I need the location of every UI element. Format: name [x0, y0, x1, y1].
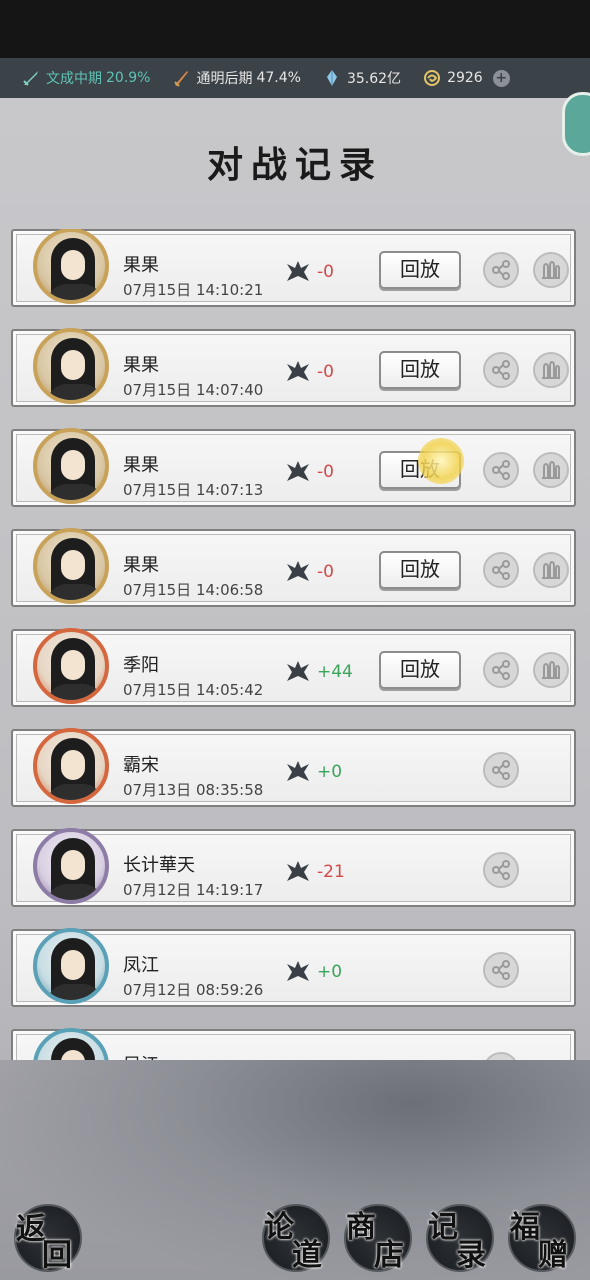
- battle-time: 07月12日 14:19:17: [123, 881, 264, 899]
- currency-stat: 2926 +: [423, 69, 510, 87]
- rank-emblem-icon: [287, 661, 309, 681]
- crystal-icon: [326, 70, 337, 86]
- battle-stats-button[interactable]: [533, 652, 569, 688]
- opponent-avatar[interactable]: [33, 828, 109, 904]
- shop-label-1: 商: [346, 1210, 376, 1245]
- battle-record-row: 果果 07月15日 14:10:21 -0 回放: [11, 229, 576, 307]
- share-button[interactable]: [483, 952, 519, 988]
- opponent-avatar[interactable]: [33, 428, 109, 504]
- realm-stat: 通明后期 47.4%: [172, 68, 301, 88]
- battle-time: 07月15日 14:07:40: [123, 381, 264, 399]
- battle-time: 07月12日 08:59:26: [123, 981, 264, 999]
- battle-stats-button[interactable]: [533, 552, 569, 588]
- top-decoration: [0, 0, 590, 58]
- spirit-stone-stat: 35.62亿: [323, 68, 401, 88]
- score-change: +0: [317, 962, 343, 982]
- share-button[interactable]: [483, 452, 519, 488]
- battle-record-row: 长计華天 07月12日 14:19:17 -21: [11, 828, 576, 907]
- opponent-name: 果果: [123, 455, 159, 476]
- score-change: +0: [317, 762, 343, 782]
- replay-button[interactable]: 回放: [379, 651, 461, 689]
- opponent-avatar[interactable]: [33, 528, 109, 604]
- shop-label-2: 店: [374, 1238, 404, 1273]
- rank-emblem-icon: [287, 961, 309, 981]
- opponent-name: 季阳: [123, 655, 159, 676]
- gift-label-2: 赠: [538, 1238, 568, 1273]
- battle-record-row: 季阳 07月15日 14:05:42 +44 回放: [11, 628, 576, 707]
- swirl-coin-icon: [424, 70, 441, 86]
- rank-emblem-icon: [287, 461, 309, 481]
- touch-indicator: [418, 438, 464, 484]
- rank-emblem-icon: [287, 361, 309, 381]
- replay-button[interactable]: 回放: [379, 251, 461, 289]
- rank-emblem-icon: [287, 761, 309, 781]
- score-change: -0: [317, 262, 334, 282]
- score-change: -0: [317, 462, 334, 482]
- share-button[interactable]: [483, 752, 519, 788]
- replay-button[interactable]: 回放: [379, 351, 461, 389]
- page-title: 对战记录: [206, 144, 383, 186]
- score-change: -0: [317, 362, 334, 382]
- rank-emblem-icon: [287, 561, 309, 581]
- records-label-2: 录: [456, 1238, 486, 1273]
- battle-time: 07月13日 08:35:58: [123, 781, 264, 799]
- battle-stats-button[interactable]: [533, 352, 569, 388]
- blade-icon: [174, 71, 189, 87]
- battle-record-row: 霸宋 07月13日 08:35:58 +0: [11, 728, 576, 807]
- battle-time: 07月15日 14:07:13: [123, 481, 264, 499]
- battle-time: 07月15日 14:10:21: [123, 281, 264, 299]
- sword-icon: [23, 71, 38, 86]
- opponent-name: 凤江: [123, 955, 159, 976]
- add-currency-button[interactable]: +: [492, 69, 510, 87]
- score-change: -0: [317, 562, 334, 582]
- opponent-name: 果果: [123, 255, 159, 276]
- gift-label-1: 福: [510, 1210, 540, 1245]
- battle-record-row: 果果 07月15日 14:06:58 -0 回放: [11, 528, 576, 607]
- score-change: +44: [317, 662, 353, 682]
- score-change: -21: [317, 862, 345, 882]
- realm-label: 通明后期: [196, 71, 253, 87]
- share-button[interactable]: [483, 652, 519, 688]
- opponent-name: 霸宋: [123, 755, 159, 776]
- rank-emblem-icon: [287, 861, 309, 881]
- cultivation-percent: 20.9%: [106, 70, 151, 86]
- spirit-stone-amount: 35.62亿: [346, 71, 402, 87]
- battle-record-list[interactable]: 果果 07月15日 14:10:21 -0 回放 果果 07月15日 14:07:40 -0…: [11, 229, 578, 1077]
- cultivation-stat: 文成中期 20.9%: [22, 68, 150, 88]
- opponent-avatar[interactable]: [33, 928, 109, 1004]
- lundao-label-2: 道: [292, 1238, 322, 1273]
- battle-time: 07月15日 14:05:42: [123, 681, 264, 699]
- lundao-label-1: 论: [264, 1210, 294, 1245]
- currency-amount: 2926: [447, 70, 483, 86]
- records-label-1: 记: [428, 1210, 458, 1245]
- back-label-2: 回: [42, 1238, 72, 1273]
- share-button[interactable]: [483, 552, 519, 588]
- realm-percent: 47.4%: [256, 70, 301, 86]
- opponent-avatar[interactable]: [33, 328, 109, 404]
- replay-button[interactable]: 回放: [379, 551, 461, 589]
- battle-stats-button[interactable]: [533, 252, 569, 288]
- opponent-avatar[interactable]: [33, 628, 109, 704]
- share-button[interactable]: [483, 352, 519, 388]
- battle-record-row: 凤江 07月12日 08:59:26 +0: [11, 928, 576, 1007]
- opponent-avatar[interactable]: [33, 229, 109, 304]
- opponent-name: 长计華天: [123, 855, 195, 876]
- share-button[interactable]: [483, 252, 519, 288]
- status-bar: 文成中期 20.9% 通明后期 47.4% 35.62亿 2926 +: [0, 58, 590, 98]
- opponent-avatar[interactable]: [33, 728, 109, 804]
- battle-time: 07月15日 14:06:58: [123, 581, 264, 599]
- battle-stats-button[interactable]: [533, 452, 569, 488]
- opponent-name: 果果: [123, 355, 159, 376]
- rank-emblem-icon: [287, 261, 309, 281]
- cultivation-label: 文成中期: [46, 71, 102, 87]
- opponent-name: 果果: [123, 555, 159, 576]
- battle-record-row: 果果07月15日 14:07:13-0回放: [11, 428, 576, 507]
- battle-record-row: 果果 07月15日 14:07:40 -0 回放: [11, 328, 576, 407]
- share-button[interactable]: [483, 852, 519, 888]
